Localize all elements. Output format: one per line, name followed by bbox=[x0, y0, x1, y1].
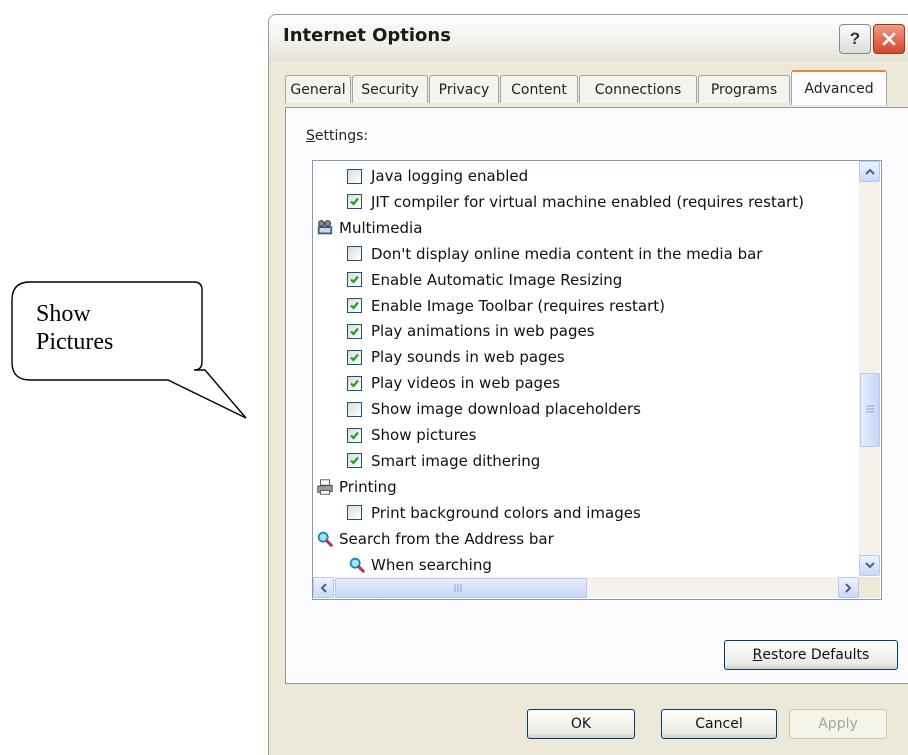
setting-print-background-colors-and-images[interactable]: Print background colors and images bbox=[347, 500, 641, 526]
callout-bubble bbox=[11, 281, 247, 419]
help-button[interactable]: ? bbox=[839, 24, 871, 54]
category-printing: Printing bbox=[315, 474, 397, 500]
tab-programs[interactable]: Programs bbox=[698, 75, 790, 103]
setting-label: Play videos in web pages bbox=[371, 374, 561, 393]
checkbox-checked[interactable] bbox=[347, 323, 362, 339]
checkbox-checked[interactable] bbox=[347, 272, 362, 288]
internet-options-dialog: Internet Options ? Settings: Java loggin… bbox=[268, 14, 908, 755]
scroll-right-button[interactable] bbox=[838, 577, 859, 598]
setting-label: JIT compiler for virtual machine enabled… bbox=[371, 192, 804, 211]
callout-text: Show Pictures bbox=[36, 300, 113, 356]
checkbox-unchecked[interactable] bbox=[347, 505, 362, 521]
checkmark-icon bbox=[350, 457, 359, 466]
checkbox-checked[interactable] bbox=[347, 427, 362, 443]
setting-label: When searching bbox=[371, 555, 492, 574]
setting-label: Smart image dithering bbox=[371, 451, 541, 470]
checkmark-icon bbox=[350, 353, 359, 362]
horizontal-scrollbar[interactable] bbox=[313, 577, 859, 598]
settings-label: Settings: bbox=[306, 128, 369, 144]
tab-security[interactable]: Security bbox=[352, 75, 428, 103]
cancel-button[interactable]: Cancel bbox=[661, 709, 777, 739]
setting-show-pictures[interactable]: Show pictures bbox=[347, 422, 476, 448]
close-button[interactable] bbox=[873, 24, 905, 54]
callout-line-1: Show bbox=[36, 301, 91, 327]
advanced-tab-panel: Settings: Java logging enabled JIT compil… bbox=[285, 107, 908, 684]
tab-connections[interactable]: Connections bbox=[579, 75, 697, 103]
vertical-scrollbar[interactable] bbox=[859, 161, 880, 576]
setting-play-videos-in-web-pages[interactable]: Play videos in web pages bbox=[347, 370, 560, 396]
setting-play-sounds-in-web-pages[interactable]: Play sounds in web pages bbox=[347, 344, 565, 370]
checkmark-icon bbox=[350, 198, 359, 207]
checkbox-checked[interactable] bbox=[347, 375, 362, 391]
setting-label: Enable Automatic Image Resizing bbox=[371, 270, 623, 289]
setting-show-image-download-placeholders[interactable]: Show image download placeholders bbox=[347, 396, 641, 422]
setting-java-logging-enabled[interactable]: Java logging enabled bbox=[347, 163, 528, 189]
close-icon bbox=[882, 32, 896, 46]
checkbox-unchecked[interactable] bbox=[347, 401, 362, 417]
setting-label: Enable Image Toolbar (requires restart) bbox=[371, 296, 666, 315]
setting-label: Multimedia bbox=[339, 218, 423, 237]
checkmark-icon bbox=[350, 275, 359, 284]
setting-label: Show pictures bbox=[371, 426, 477, 444]
checkbox-checked[interactable] bbox=[347, 453, 362, 469]
title-bar[interactable]: Internet Options ? bbox=[269, 15, 908, 61]
vertical-scroll-thumb[interactable] bbox=[860, 373, 880, 447]
tab-general[interactable]: General bbox=[285, 75, 351, 103]
tab-content[interactable]: Content bbox=[500, 75, 578, 103]
setting-jit-compiler-for-virtual-machine-enabled-requires-restart[interactable]: JIT compiler for virtual machine enabled… bbox=[347, 189, 804, 215]
setting-label: Show image download placeholders bbox=[371, 400, 641, 419]
subcategory-when-searching: When searching bbox=[347, 552, 492, 578]
help-icon: ? bbox=[849, 29, 861, 48]
setting-enable-image-toolbar-requires-restart[interactable]: Enable Image Toolbar (requires restart) bbox=[347, 293, 665, 319]
search-icon bbox=[315, 529, 335, 549]
checkmark-icon bbox=[350, 431, 359, 440]
printer-icon bbox=[315, 477, 335, 497]
ok-button[interactable]: OK bbox=[527, 709, 635, 739]
callout-line-2: Pictures bbox=[36, 329, 114, 355]
checkbox-unchecked[interactable] bbox=[347, 168, 362, 184]
tab-advanced[interactable]: Advanced bbox=[791, 70, 887, 105]
checkbox-unchecked[interactable] bbox=[347, 246, 362, 262]
dialog-title: Internet Options bbox=[283, 25, 451, 46]
category-multimedia: Multimedia bbox=[315, 215, 422, 241]
setting-label: Play sounds in web pages bbox=[371, 348, 565, 367]
setting-label: Search from the Address bar bbox=[339, 529, 554, 548]
apply-button: Apply bbox=[789, 709, 887, 739]
setting-smart-image-dithering[interactable]: Smart image dithering bbox=[347, 448, 540, 474]
setting-label: Print background colors and images bbox=[371, 503, 641, 522]
chevron-left-icon bbox=[320, 582, 327, 593]
checkbox-checked[interactable] bbox=[347, 298, 362, 313]
grip-icon bbox=[454, 584, 462, 592]
setting-play-animations-in-web-pages[interactable]: Play animations in web pages bbox=[347, 318, 595, 344]
chevron-down-icon bbox=[864, 562, 875, 569]
setting-label: Java logging enabled bbox=[371, 167, 529, 185]
category-search-from-the-address-bar: Search from the Address bar bbox=[315, 526, 554, 552]
setting-enable-automatic-image-resizing[interactable]: Enable Automatic Image Resizing bbox=[347, 267, 622, 293]
setting-don-t-display-online-media-content-in-the-media-bar[interactable]: Don't display online media content in th… bbox=[347, 241, 762, 267]
tab-privacy[interactable]: Privacy bbox=[429, 75, 499, 103]
checkmark-icon bbox=[350, 327, 359, 336]
checkmark-icon bbox=[350, 301, 359, 310]
scroll-down-button[interactable] bbox=[859, 555, 880, 576]
setting-label: Printing bbox=[339, 477, 397, 496]
setting-label: Don't display online media content in th… bbox=[371, 244, 763, 263]
scrollbar-corner bbox=[859, 577, 880, 598]
checkbox-checked[interactable] bbox=[347, 349, 362, 365]
horizontal-scroll-thumb[interactable] bbox=[335, 578, 587, 598]
scroll-up-button[interactable] bbox=[859, 161, 880, 182]
checkmark-icon bbox=[350, 379, 359, 388]
chevron-right-icon bbox=[845, 582, 852, 593]
restore-defaults-button[interactable]: Restore Defaults bbox=[724, 640, 898, 670]
search-icon bbox=[347, 555, 367, 575]
grip-icon bbox=[866, 405, 874, 413]
chevron-up-icon bbox=[864, 168, 875, 175]
settings-listbox[interactable]: Java logging enabled JIT compiler for vir… bbox=[312, 160, 882, 600]
multimedia-icon bbox=[315, 218, 335, 238]
scroll-left-button[interactable] bbox=[313, 577, 334, 598]
checkbox-checked[interactable] bbox=[347, 194, 362, 210]
setting-label: Play animations in web pages bbox=[371, 322, 595, 341]
